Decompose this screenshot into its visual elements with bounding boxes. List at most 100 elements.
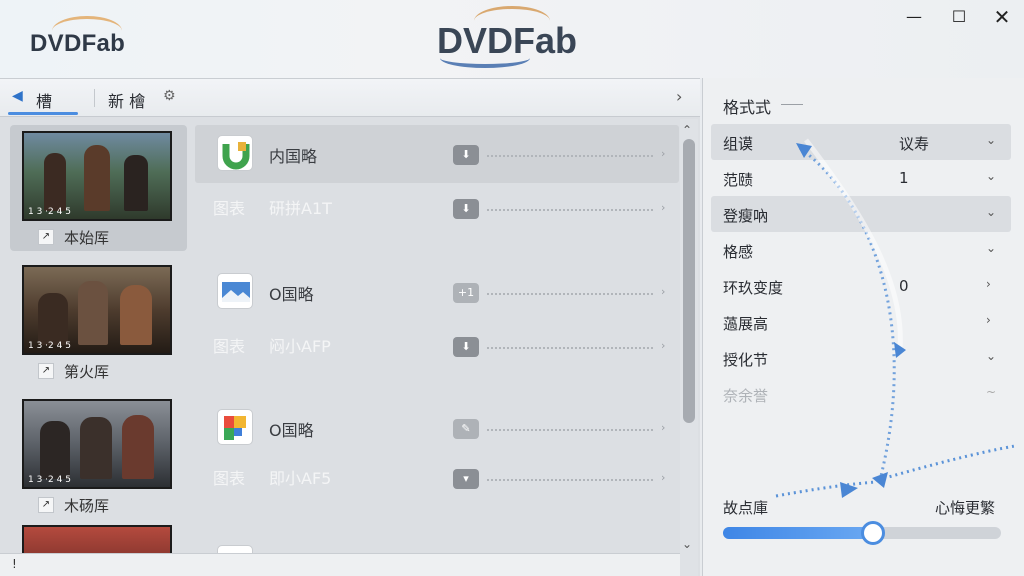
setting-row[interactable]: 授化节 ⌄ [711,340,1011,376]
maximize-icon[interactable]: ☐ [947,6,971,28]
chevron-down-icon[interactable]: ⌄ [986,169,996,183]
settings-title-rule [781,104,803,105]
scroll-down-icon[interactable]: ⌄ [682,537,692,551]
back-arrow-icon[interactable]: ◀ [12,88,23,104]
chevron-down-icon[interactable]: ⌄ [986,241,996,255]
settings-panel: 格式式 组谟 议寿 ⌄ 范赜 1 ⌄ 登瘦吶 ⌄ 格感 ⌄ 环玖变度 0 › 薖… [702,78,1024,576]
chevron-right-icon[interactable]: › [661,147,665,160]
thumbnail-image: 1 3 ·2 4 5 [22,399,172,489]
dotted-leader [487,293,653,295]
settings-title: 格式式 [723,98,772,117]
download-icon[interactable]: ⬇ [453,199,479,219]
thumbnail-caption: 1 3 ·2 4 5 [28,207,71,217]
chevron-down-icon[interactable]: ⌄ [986,133,996,147]
thumbnail-label: 木砀厍 [64,497,110,515]
setting-value: 议寿 [899,135,930,153]
thumbnail-card[interactable]: 1 3 ·2 4 5 ↗ 木砀厍 [10,393,187,519]
gear-icon[interactable]: ⚙ [163,88,176,104]
thumbnail-card[interactable]: 1 3 ·2 4 5 ↗ 本始厍 [10,125,187,251]
edit-icon[interactable]: ↗ [38,497,54,513]
setting-row[interactable]: 格感 ⌄ [711,232,1011,268]
profile-row[interactable]: O国略 +1 › [195,263,679,321]
thumbnail-caption: 1 3 ·2 4 5 [28,475,71,485]
setting-row: 奈余誉 ~ [711,376,1011,412]
profile-sub-name: 即小AF5 [269,469,332,488]
plus-one-badge[interactable]: +1 [453,283,479,303]
title-bar: DVDFab DVDFab — ☐ ✕ [0,0,1024,78]
setting-label: 范赜 [723,171,754,189]
setting-label: 奈余誉 [723,387,769,405]
quality-slider[interactable] [723,521,1001,545]
download-icon[interactable]: ⬇ [453,145,479,165]
app-logo-small: DVDFab [30,30,126,57]
chevron-right-icon[interactable]: › [661,201,665,214]
setting-label: 格感 [723,243,754,261]
thumbnail-image: 1 3 ·2 4 5 [22,265,172,355]
dotted-leader [487,429,653,431]
profile-sub-label: 图表 [213,469,246,488]
profile-row[interactable]: 内国略 ⬇ › [195,125,679,183]
status-bar: ! [0,553,680,576]
chevron-right-icon[interactable]: › [661,471,665,484]
close-icon[interactable]: ✕ [990,6,1014,28]
download-icon[interactable]: ⬇ [453,337,479,357]
chevron-right-icon[interactable]: › [661,285,665,298]
profile-title: O国略 [269,421,314,440]
edit-icon[interactable]: ↗ [38,363,54,379]
profile-list: 内国略 ⬇ › 图表 研拼A1T ⬇ › O国略 +1 › 图表 闷小AFP ⬇… [195,123,679,576]
profile-sub-name: 研拼A1T [269,199,332,218]
chevron-right-icon[interactable]: › [661,421,665,434]
minimize-icon[interactable]: — [902,6,926,28]
slider-handle[interactable] [861,521,886,545]
setting-label: 登瘦吶 [723,207,769,225]
setting-label: 环玖变度 [723,279,784,297]
edit-badge-icon[interactable]: ✎ [453,419,479,439]
setting-row[interactable]: 范赜 1 ⌄ [711,160,1011,196]
edit-icon[interactable]: ↗ [38,229,54,245]
content-pane: ◀ 槽 新 檜 ⚙ › 1 3 ·2 4 5 ↗ 本始厍 1 3 ·2 4 5 … [0,78,700,576]
dotted-leader [487,479,653,481]
setting-value: 0 [899,277,909,295]
chevron-right-icon[interactable]: › [986,277,991,291]
thumbnail-card[interactable]: 1 3 ·2 4 5 ↗ 第火厍 [10,259,187,385]
thumbnail-caption: 1 3 ·2 4 5 [28,341,71,351]
setting-row[interactable]: 登瘦吶 ⌄ [711,196,1011,232]
slider-min-label: 故点庫 [723,499,769,517]
thumbnail-image: 1 3 ·2 4 5 [22,131,172,221]
status-text: ! [12,557,17,571]
dotted-leader [487,155,653,157]
chevron-down-icon[interactable]: ⌄ [986,349,996,363]
setting-row[interactable]: 环玖变度 0 › [711,268,1011,304]
setting-row[interactable]: 组谟 议寿 ⌄ [711,124,1011,160]
app-icon-picture [217,273,253,309]
setting-label: 授化节 [723,351,769,369]
chevron-right-icon[interactable]: › [676,87,682,106]
setting-label: 组谟 [723,135,754,153]
profile-sub-label: 图表 [213,199,246,218]
dotted-leader [487,347,653,349]
app-icon-colorful [217,409,253,445]
app-icon-green [217,135,253,171]
logo-arc-bottom [440,48,530,68]
tab-secondary[interactable]: 新 檜 [108,88,145,112]
slider-max-label: 心悔更繁 [935,499,996,517]
dropdown-icon[interactable]: ▾ [453,469,479,489]
tab-divider [94,89,95,107]
thumbnail-list: 1 3 ·2 4 5 ↗ 本始厍 1 3 ·2 4 5 ↗ 第火厍 1 3 ·2… [0,119,195,576]
thumbnail-label: 第火厍 [64,363,110,381]
profile-sub-label: 图表 [213,337,246,356]
setting-row[interactable]: 薖展高 › [711,304,1011,340]
setting-label: 薖展高 [723,315,769,333]
scrollbar-thumb[interactable] [683,139,695,423]
scroll-up-icon[interactable]: ⌃ [682,123,692,137]
chevron-right-icon[interactable]: › [986,313,991,327]
chevron-down-icon[interactable]: ⌄ [986,205,996,219]
profile-title: O国略 [269,285,314,304]
chevron-right-icon[interactable]: › [661,339,665,352]
setting-value: 1 [899,169,909,187]
slider-fill [723,527,874,539]
tab-primary[interactable]: 槽 [36,88,52,112]
tab-active-indicator [8,112,78,115]
profile-row[interactable]: O国略 ✎ › [195,399,679,457]
tab-bar: ◀ 槽 新 檜 ⚙ › [0,79,700,117]
